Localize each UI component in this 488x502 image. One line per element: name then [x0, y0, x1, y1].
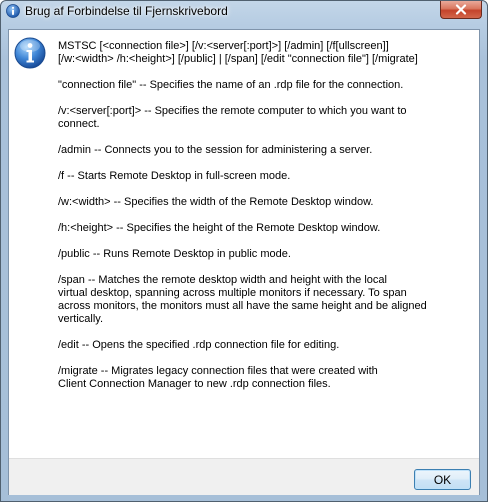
info-icon — [14, 37, 46, 69]
option-edit: /edit -- Opens the specified .rdp connec… — [58, 339, 340, 351]
usage-syntax: MSTSC [<connection file>] [/v:<server[:p… — [58, 40, 418, 65]
close-button[interactable] — [440, 1, 482, 19]
dialog-window: Brug af Forbindelse til Fjernskrivebord — [0, 0, 488, 502]
message-area: MSTSC [<connection file>] [/v:<server[:p… — [9, 30, 479, 458]
info-icon — [6, 4, 20, 18]
option-connection-file: "connection file" -- Specifies the name … — [58, 79, 404, 91]
window-title: Brug af Forbindelse til Fjernskrivebord — [25, 4, 228, 18]
option-v: /v:<server[:port]> -- Specifies the remo… — [58, 105, 407, 130]
option-h: /h:<height> -- Specifies the height of t… — [58, 222, 381, 234]
option-f: /f -- Starts Remote Desktop in full-scre… — [58, 170, 291, 182]
option-span: /span -- Matches the remote desktop widt… — [58, 274, 427, 325]
message-text: MSTSC [<connection file>] [/v:<server[:p… — [58, 40, 474, 404]
option-public: /public -- Runs Remote Desktop in public… — [58, 248, 291, 260]
option-w: /w:<width> -- Specifies the width of the… — [58, 196, 374, 208]
dialog-client-area: MSTSC [<connection file>] [/v:<server[:p… — [8, 29, 480, 495]
close-icon — [455, 4, 467, 15]
option-admin: /admin -- Connects you to the session fo… — [58, 144, 373, 156]
title-bar[interactable]: Brug af Forbindelse til Fjernskrivebord — [1, 1, 487, 23]
button-bar: OK — [9, 458, 479, 495]
ok-button[interactable]: OK — [414, 469, 471, 490]
option-migrate: /migrate -- Migrates legacy connection f… — [58, 365, 378, 390]
